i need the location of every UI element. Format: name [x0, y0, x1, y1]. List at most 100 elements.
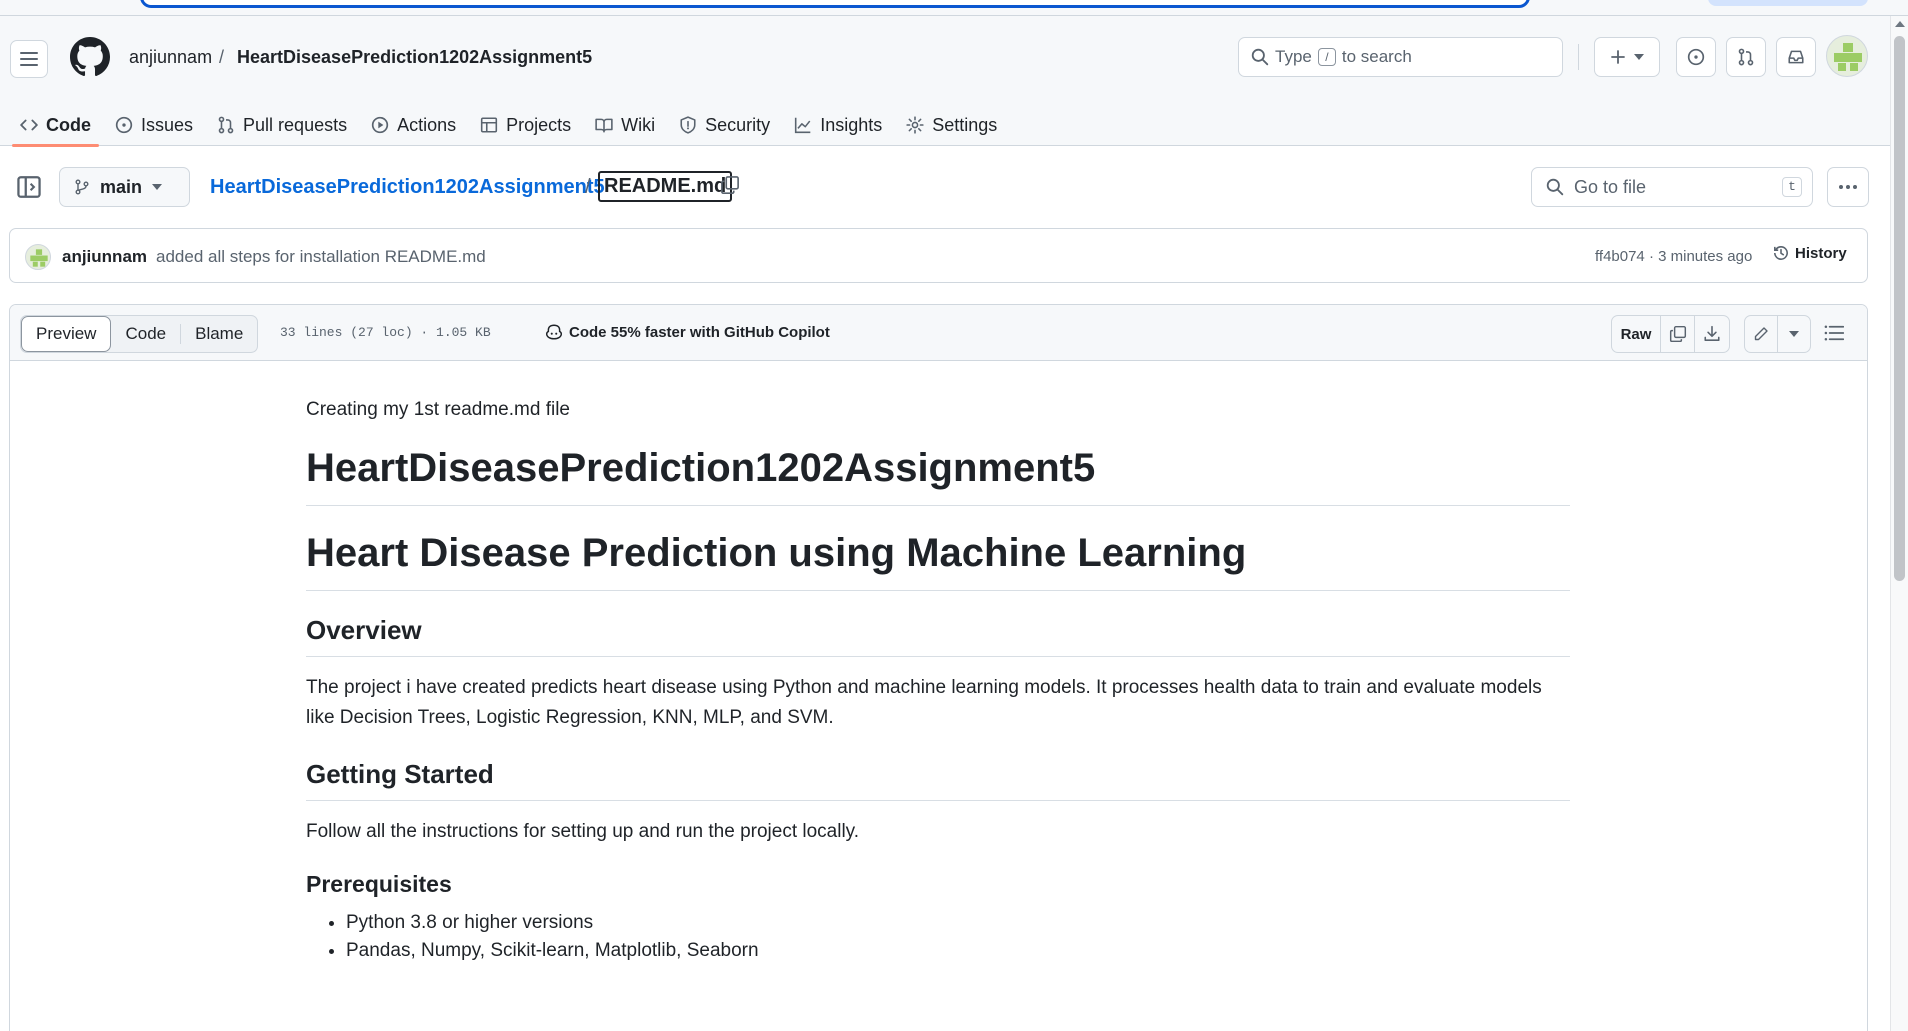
history-button[interactable]: History [1772, 244, 1847, 262]
view-mode-toggle: Preview Code Blame [20, 315, 259, 353]
search-icon [1546, 178, 1564, 196]
list-item: Python 3.8 or higher versions [346, 909, 1570, 937]
tab-label: Settings [932, 114, 998, 135]
issues-button[interactable] [1676, 37, 1716, 77]
tab-label: Issues [141, 114, 194, 135]
tab-settings[interactable]: Settings [894, 104, 1009, 146]
tab-label: Actions [397, 114, 457, 135]
outline-list-icon[interactable] [1824, 324, 1844, 342]
tab-insights[interactable]: Insights [782, 104, 894, 146]
table-icon [481, 117, 498, 133]
more-options-button[interactable] [1827, 167, 1869, 207]
plus-icon [1611, 50, 1625, 64]
raw-button[interactable]: Raw [1612, 316, 1661, 352]
tab-wiki[interactable]: Wiki [583, 104, 667, 146]
pull-request-icon [218, 116, 234, 134]
book-icon [595, 118, 613, 133]
copy-raw-button[interactable] [1661, 316, 1695, 352]
file-line-info: 33 lines (27 loc) · 1.05 KB [280, 325, 491, 340]
address-bar[interactable] [140, 0, 1530, 8]
github-logo-icon[interactable] [70, 37, 110, 77]
tab-label: Pull requests [243, 114, 348, 135]
copilot-icon [545, 324, 563, 340]
copy-icon [1669, 325, 1686, 343]
commit-message[interactable]: added all steps for installation README.… [156, 247, 486, 267]
commit-author-avatar[interactable] [25, 244, 51, 270]
code-tab[interactable]: Code [111, 316, 180, 352]
readme-heading-getting-started: Getting Started [306, 757, 1570, 801]
identicon-icon [30, 249, 48, 267]
gear-icon [906, 116, 924, 134]
blame-tab[interactable]: Blame [181, 316, 257, 352]
play-icon [371, 116, 389, 134]
tab-code[interactable]: Code [8, 104, 103, 147]
edit-file-button[interactable] [1745, 316, 1778, 352]
commit-author[interactable]: anjiunnam [62, 247, 147, 267]
scroll-up-arrow-icon[interactable] [1895, 21, 1905, 27]
go-to-file-shortcut-key: t [1782, 177, 1802, 197]
global-search-input[interactable]: Type / to search [1238, 37, 1563, 77]
preview-tab[interactable]: Preview [21, 316, 112, 352]
tab-pull-requests[interactable]: Pull requests [205, 104, 359, 146]
download-icon [1704, 325, 1720, 341]
breadcrumb-repo[interactable]: HeartDiseasePrediction1202Assignment5 [237, 47, 592, 68]
pull-requests-button[interactable] [1726, 37, 1766, 77]
file-viewer: Preview Code Blame 33 lines (27 loc) · 1… [9, 304, 1868, 1031]
search-icon [1251, 48, 1269, 66]
branch-name: main [100, 176, 143, 197]
breadcrumb-separator: / [219, 47, 225, 67]
edit-group [1744, 315, 1811, 353]
path-file-name[interactable]: README.md [598, 171, 733, 202]
tab-projects[interactable]: Projects [468, 104, 583, 146]
triangle-down-icon [1789, 331, 1799, 337]
browser-chrome-strip [0, 0, 1908, 16]
inbox-button[interactable] [1776, 37, 1816, 77]
inbox-icon [1788, 50, 1804, 64]
readme-content: Creating my 1st readme.md file HeartDise… [306, 395, 1570, 965]
repo-header: anjiunnam / HeartDiseasePrediction1202As… [0, 16, 1890, 147]
sidebar-expand-icon[interactable] [16, 174, 42, 200]
path-repo-link[interactable]: HeartDiseasePrediction1202Assignment5 [210, 176, 605, 199]
history-label: History [1795, 244, 1847, 262]
hamburger-icon [20, 52, 38, 66]
readme-heading-title: HeartDiseasePrediction1202Assignment5 [306, 443, 1570, 506]
copy-icon[interactable] [720, 175, 740, 195]
tab-actions[interactable]: Actions [359, 104, 468, 146]
download-button[interactable] [1695, 316, 1729, 352]
scrollbar-thumb[interactable] [1894, 36, 1905, 581]
readme-heading-overview: Overview [306, 613, 1570, 657]
go-to-file-input[interactable]: Go to file t [1531, 167, 1813, 207]
header-divider [1578, 44, 1579, 70]
triangle-down-icon [1634, 54, 1644, 60]
repo-nav-tabs: Code Issues Pull requests Actions Projec… [8, 104, 1009, 147]
readme-intro: Creating my 1st readme.md file [306, 399, 570, 420]
list-item: Pandas, Numpy, Scikit-learn, Matplotlib,… [346, 937, 1570, 965]
edit-dropdown-button[interactable] [1778, 316, 1810, 352]
browser-profile-pill[interactable] [1708, 0, 1868, 6]
tab-label: Code [46, 114, 91, 135]
code-icon [20, 119, 38, 131]
create-new-button[interactable] [1594, 37, 1660, 77]
readme-heading-project: Heart Disease Prediction using Machine L… [306, 528, 1570, 591]
commit-sha-time[interactable]: ff4b074 · 3 minutes ago [1595, 248, 1752, 265]
readme-overview-text: The project i have created predicts hear… [306, 677, 1542, 728]
tab-issues[interactable]: Issues [103, 104, 205, 146]
file-viewer-header: Preview Code Blame 33 lines (27 loc) · 1… [10, 305, 1867, 361]
branch-selector-button[interactable]: main [59, 167, 190, 207]
graph-icon [795, 117, 811, 134]
latest-commit-box: anjiunnam added all steps for installati… [9, 228, 1868, 283]
issue-opened-icon [1687, 48, 1705, 66]
file-path-bar: main HeartDiseasePrediction1202Assignmen… [0, 146, 1890, 228]
readme-heading-prerequisites: Prerequisites [306, 871, 452, 897]
menu-button[interactable] [10, 40, 48, 78]
tab-label: Security [705, 114, 771, 135]
triangle-down-icon [152, 184, 163, 190]
user-avatar[interactable] [1826, 35, 1868, 77]
go-to-file-placeholder: Go to file [1574, 176, 1647, 197]
copilot-promo-text: Code 55% faster with GitHub Copilot [569, 323, 830, 341]
page-scrollbar[interactable] [1890, 16, 1908, 1031]
breadcrumb-owner[interactable]: anjiunnam [129, 47, 212, 68]
copilot-promo-link[interactable]: Code 55% faster with GitHub Copilot [545, 323, 830, 341]
search-suffix-text: to search [1341, 47, 1412, 66]
tab-security[interactable]: Security [667, 104, 782, 146]
